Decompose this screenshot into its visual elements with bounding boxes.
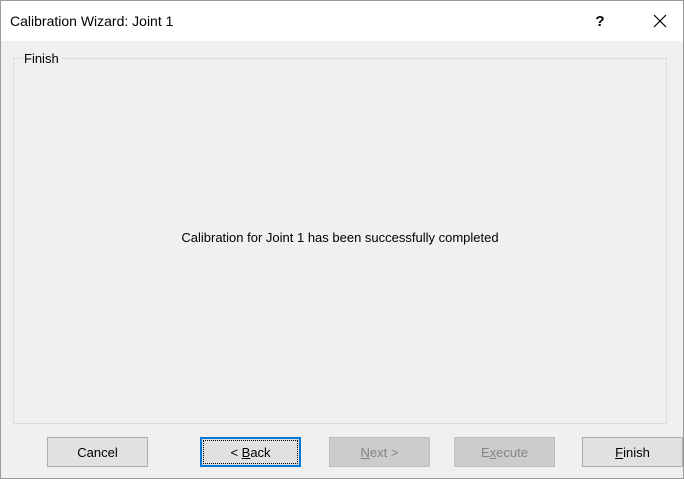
cancel-button-label: Cancel	[77, 444, 118, 460]
next-button[interactable]: Next >	[329, 437, 430, 467]
next-button-label: Next >	[360, 444, 399, 460]
help-icon: ?	[595, 12, 605, 30]
help-button[interactable]: ?	[577, 1, 623, 41]
close-icon	[653, 14, 667, 28]
execute-button[interactable]: Execute	[454, 437, 555, 467]
window-title: Calibration Wizard: Joint 1	[10, 13, 174, 29]
close-button[interactable]	[637, 1, 683, 41]
finish-button[interactable]: Finish	[582, 437, 683, 467]
title-bar[interactable]: Calibration Wizard: Joint 1 ?	[1, 1, 683, 41]
cancel-button[interactable]: Cancel	[47, 437, 148, 467]
focus-ring	[203, 440, 298, 464]
execute-button-label: Execute	[481, 444, 528, 460]
groupbox-label: Finish	[22, 51, 62, 66]
finish-button-label: Finish	[615, 444, 650, 460]
completion-message: Calibration for Joint 1 has been success…	[181, 230, 499, 245]
back-button[interactable]: < Back	[200, 437, 301, 467]
